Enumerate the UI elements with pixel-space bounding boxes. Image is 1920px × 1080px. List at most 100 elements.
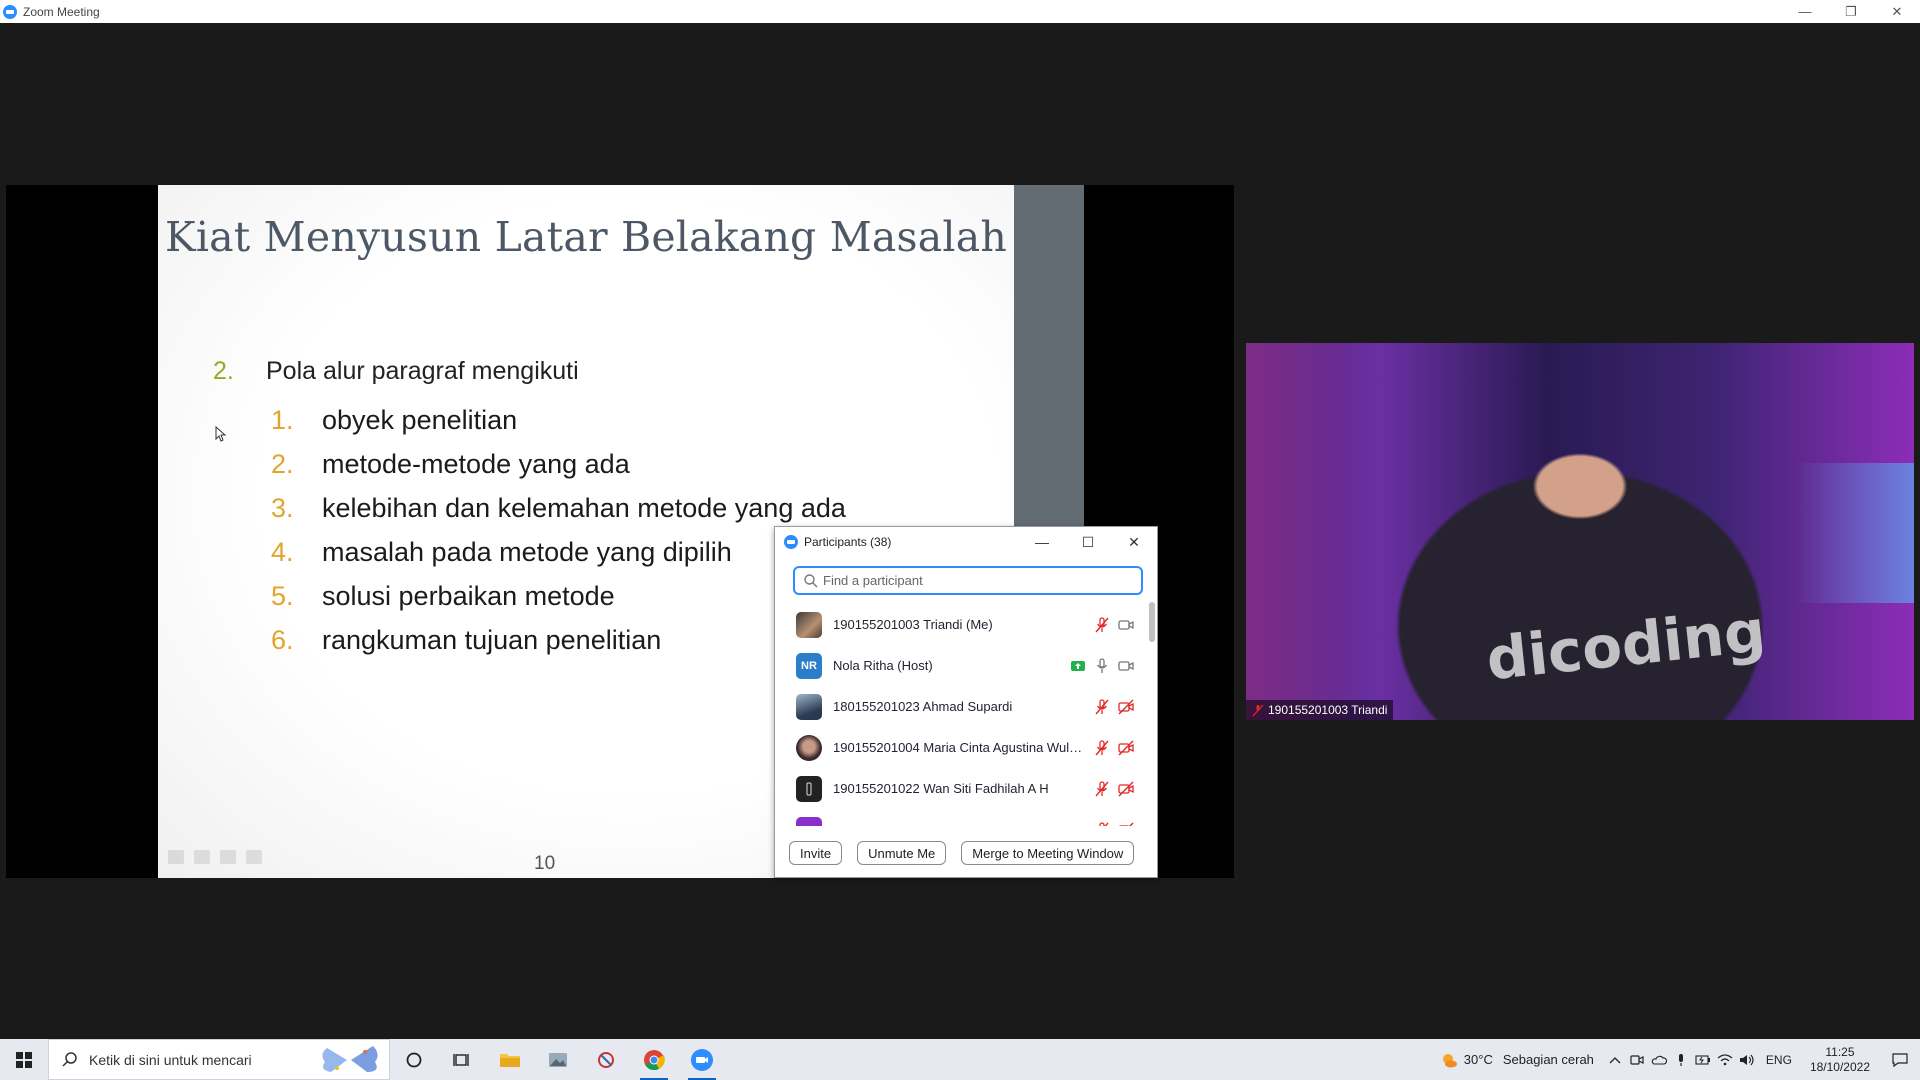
participant-row[interactable] bbox=[775, 809, 1155, 826]
video-off-icon[interactable] bbox=[1117, 821, 1135, 826]
participant-name: 190155201022 Wan Siti Fadhilah A H bbox=[833, 781, 1049, 796]
panel-controls: — ☐ ✕ bbox=[1019, 527, 1157, 557]
participant-row[interactable]: 190155201004 Maria Cinta Agustina Wuland… bbox=[775, 727, 1155, 768]
microphone-icon[interactable] bbox=[1670, 1039, 1692, 1080]
participant-name: 190155201004 Maria Cinta Agustina Wuland… bbox=[833, 740, 1085, 755]
sub-item: 2. metode-metode yang ada bbox=[271, 442, 846, 486]
wifi-icon[interactable] bbox=[1714, 1039, 1736, 1080]
cortana-button[interactable] bbox=[390, 1039, 438, 1080]
zoom-icon bbox=[691, 1048, 713, 1071]
shirt-logo: dicoding bbox=[1483, 596, 1769, 694]
cortana-icon bbox=[406, 1052, 422, 1067]
muted-mic-icon[interactable] bbox=[1093, 739, 1111, 757]
windows-taskbar: Ketik di sini untuk mencari 30°C Sebagia… bbox=[0, 1039, 1920, 1080]
meet-now-icon[interactable] bbox=[1626, 1039, 1648, 1080]
system-clock[interactable]: 11:25 18/10/2022 bbox=[1810, 1045, 1870, 1075]
battery-icon[interactable] bbox=[1692, 1039, 1714, 1080]
minimize-button[interactable]: — bbox=[1782, 0, 1828, 23]
sub-item: 5. solusi perbaikan metode bbox=[271, 574, 846, 618]
window-title-bar: Zoom Meeting — ❐ ✕ bbox=[0, 0, 1920, 23]
chevron-up-icon[interactable] bbox=[1604, 1039, 1626, 1080]
photos-button[interactable] bbox=[534, 1039, 582, 1080]
avatar bbox=[796, 775, 822, 802]
next-icon[interactable] bbox=[246, 850, 262, 864]
onedrive-icon[interactable] bbox=[1648, 1039, 1670, 1080]
sub-item-number: 2. bbox=[271, 448, 294, 479]
shared-screen[interactable]: Kiat Menyusun Latar Belakang Masalah 2. … bbox=[6, 185, 1234, 878]
system-tray: 30°C Sebagian cerah ENG 11:25 18/10/2022 bbox=[1440, 1039, 1920, 1080]
restore-button[interactable]: ❐ bbox=[1828, 0, 1874, 23]
slideshow-toolbar[interactable] bbox=[168, 850, 262, 864]
photos-icon bbox=[549, 1052, 567, 1067]
participants-header: Participants (38) — ☐ ✕ bbox=[775, 527, 1157, 557]
muted-mic-icon[interactable] bbox=[1093, 821, 1111, 826]
start-button[interactable] bbox=[0, 1039, 48, 1080]
avatar: NR bbox=[796, 652, 822, 679]
zoom-logo-icon bbox=[3, 4, 17, 19]
participant-row[interactable]: 190155201022 Wan Siti Fadhilah A H bbox=[775, 768, 1155, 809]
participant-list[interactable]: 190155201003 Triandi (Me) NR Nola Ritha … bbox=[775, 604, 1155, 826]
panel-maximize-button[interactable]: ☐ bbox=[1065, 527, 1111, 557]
slides-icon[interactable] bbox=[220, 850, 236, 864]
snip-icon bbox=[598, 1051, 614, 1068]
chrome-button[interactable] bbox=[630, 1039, 678, 1080]
video-tile[interactable]: dicoding 190155201003 Triandi bbox=[1246, 343, 1914, 720]
participant-name: 190155201003 Triandi (Me) bbox=[833, 617, 993, 632]
microphone-icon[interactable] bbox=[1093, 657, 1111, 675]
notification-center-button[interactable] bbox=[1880, 1039, 1920, 1080]
file-explorer-button[interactable] bbox=[486, 1039, 534, 1080]
participant-row[interactable]: NR Nola Ritha (Host) bbox=[775, 645, 1155, 686]
participant-row[interactable]: 190155201003 Triandi (Me) bbox=[775, 604, 1155, 645]
participant-search-input[interactable] bbox=[823, 573, 1123, 588]
participant-row[interactable]: 180155201023 Ahmad Supardi bbox=[775, 686, 1155, 727]
avatar bbox=[796, 693, 822, 720]
file-explorer-icon bbox=[500, 1053, 520, 1067]
muted-mic-icon[interactable] bbox=[1093, 616, 1111, 634]
muted-mic-icon bbox=[1252, 704, 1264, 716]
video-off-icon[interactable] bbox=[1117, 739, 1135, 757]
close-button[interactable]: ✕ bbox=[1874, 0, 1920, 23]
snip-sketch-button[interactable] bbox=[582, 1039, 630, 1080]
weather-description: Sebagian cerah bbox=[1502, 1052, 1594, 1067]
participant-search[interactable] bbox=[793, 566, 1143, 595]
merge-to-meeting-window-button[interactable]: Merge to Meeting Window bbox=[961, 841, 1135, 865]
volume-icon[interactable] bbox=[1736, 1039, 1758, 1080]
participant-name: Nola Ritha (Host) bbox=[833, 658, 933, 673]
butterfly-icon bbox=[322, 1046, 378, 1072]
avatar bbox=[796, 611, 822, 638]
muted-mic-icon[interactable] bbox=[1093, 780, 1111, 798]
participant-list-scrollbar[interactable] bbox=[1149, 602, 1155, 642]
invite-button[interactable]: Invite bbox=[789, 841, 843, 865]
previous-icon[interactable] bbox=[168, 850, 184, 864]
panel-minimize-button[interactable]: — bbox=[1019, 527, 1065, 557]
participants-panel[interactable]: Participants (38) — ☐ ✕ 19015520100 bbox=[774, 526, 1158, 878]
panel-close-button[interactable]: ✕ bbox=[1111, 527, 1157, 557]
weather-temperature: 30°C bbox=[1463, 1052, 1493, 1067]
window-controls: — ❐ ✕ bbox=[1782, 0, 1920, 23]
taskbar-search[interactable]: Ketik di sini untuk mencari bbox=[48, 1039, 390, 1080]
task-view-icon bbox=[453, 1053, 469, 1066]
background-monitor bbox=[1794, 463, 1914, 603]
zoom-logo-icon bbox=[784, 535, 798, 549]
screen-share-icon bbox=[1071, 661, 1085, 671]
sub-item-number: 6. bbox=[271, 624, 294, 655]
avatar bbox=[796, 734, 822, 761]
avatar bbox=[796, 816, 822, 826]
pen-icon[interactable] bbox=[194, 850, 210, 864]
language-indicator[interactable]: ENG bbox=[1766, 1053, 1792, 1067]
muted-mic-icon[interactable] bbox=[1093, 698, 1111, 716]
zoom-button[interactable] bbox=[678, 1039, 726, 1080]
video-off-icon[interactable] bbox=[1117, 698, 1135, 716]
sub-item-text: metode-metode yang ada bbox=[322, 448, 630, 479]
weather-widget[interactable]: 30°C Sebagian cerah bbox=[1440, 1051, 1594, 1069]
unmute-me-button[interactable]: Unmute Me bbox=[857, 841, 947, 865]
sub-item: 3. kelebihan dan kelemahan metode yang a… bbox=[271, 486, 846, 530]
video-off-icon[interactable] bbox=[1117, 780, 1135, 798]
slide-page-number: 10 bbox=[534, 853, 556, 874]
video-camera-icon[interactable] bbox=[1117, 616, 1135, 634]
sub-item: 6. rangkuman tujuan penelitian bbox=[271, 618, 846, 662]
task-view-button[interactable] bbox=[438, 1039, 486, 1080]
slide-sub-list: 1. obyek penelitian 2. metode-metode yan… bbox=[271, 398, 846, 662]
sub-item-number: 3. bbox=[271, 492, 294, 523]
video-camera-icon[interactable] bbox=[1117, 657, 1135, 675]
